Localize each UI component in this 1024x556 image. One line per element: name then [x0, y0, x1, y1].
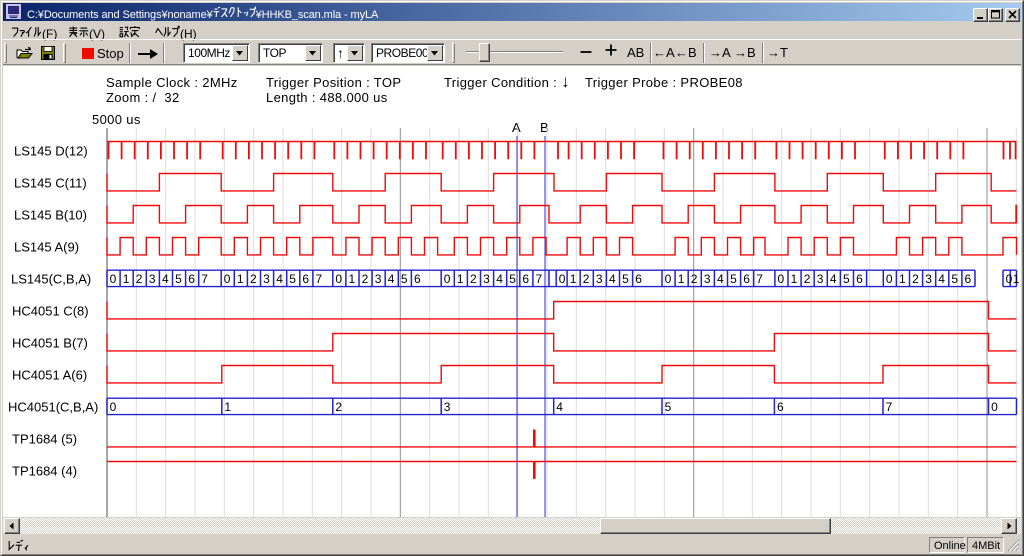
svg-text:0: 0: [1006, 272, 1013, 286]
svg-text:HC4051(C,B,A): HC4051(C,B,A): [8, 400, 98, 415]
svg-text:1: 1: [570, 272, 577, 286]
svg-text:LS145 A(9): LS145 A(9): [14, 240, 79, 255]
svg-text:1: 1: [224, 400, 231, 414]
svg-text:1: 1: [457, 272, 464, 286]
svg-text:2: 2: [691, 272, 698, 286]
svg-text:2: 2: [250, 272, 257, 286]
svg-text:4: 4: [938, 272, 945, 286]
svg-text:3: 3: [444, 400, 451, 414]
svg-text:6: 6: [188, 272, 195, 286]
svg-text:3: 3: [375, 272, 382, 286]
svg-text:0: 0: [991, 400, 998, 414]
svg-text:7: 7: [316, 272, 323, 286]
svg-text:7: 7: [886, 400, 893, 414]
svg-text:2: 2: [804, 272, 811, 286]
svg-text:4: 4: [496, 272, 503, 286]
svg-text:4: 4: [830, 272, 837, 286]
svg-text:HC4051 A(6): HC4051 A(6): [12, 368, 87, 383]
svg-text:0: 0: [559, 272, 566, 286]
svg-text:2: 2: [335, 400, 342, 414]
svg-text:6: 6: [414, 272, 421, 286]
svg-text:1: 1: [899, 272, 906, 286]
svg-text:2: 2: [583, 272, 590, 286]
svg-text:TP1684 (4): TP1684 (4): [12, 464, 77, 479]
svg-text:0: 0: [110, 400, 117, 414]
svg-text:3: 3: [596, 272, 603, 286]
svg-text:LS145 C(11): LS145 C(11): [14, 176, 87, 191]
svg-text:LS145 B(10): LS145 B(10): [14, 208, 87, 223]
svg-text:2: 2: [136, 272, 143, 286]
svg-text:7: 7: [201, 272, 208, 286]
svg-text:6: 6: [302, 272, 309, 286]
svg-text:2: 2: [470, 272, 477, 286]
svg-text:5: 5: [665, 400, 672, 414]
svg-text:6: 6: [856, 272, 863, 286]
svg-text:1: 1: [237, 272, 244, 286]
svg-text:0: 0: [444, 272, 451, 286]
svg-text:5: 5: [951, 272, 958, 286]
svg-text:LS145 D(12): LS145 D(12): [14, 144, 88, 159]
svg-text:0: 0: [224, 272, 231, 286]
svg-text:4: 4: [717, 272, 724, 286]
svg-text:4: 4: [388, 272, 395, 286]
svg-text:0: 0: [665, 272, 672, 286]
svg-text:3: 3: [704, 272, 711, 286]
svg-text:2: 2: [362, 272, 369, 286]
svg-text:6: 6: [965, 272, 972, 286]
svg-text:1: 1: [1013, 272, 1020, 286]
svg-text:0: 0: [886, 272, 893, 286]
svg-text:6: 6: [635, 272, 642, 286]
svg-text:4: 4: [162, 272, 169, 286]
svg-text:4: 4: [276, 272, 283, 286]
svg-text:5: 5: [401, 272, 408, 286]
svg-text:0: 0: [778, 272, 785, 286]
svg-text:1: 1: [349, 272, 356, 286]
svg-text:3: 3: [149, 272, 156, 286]
svg-text:0: 0: [110, 272, 117, 286]
svg-text:5: 5: [289, 272, 296, 286]
svg-text:2: 2: [912, 272, 919, 286]
svg-text:HC4051 B(7): HC4051 B(7): [12, 336, 88, 351]
svg-text:3: 3: [817, 272, 824, 286]
svg-text:6: 6: [743, 272, 750, 286]
svg-text:3: 3: [263, 272, 270, 286]
svg-text:HC4051 C(8): HC4051 C(8): [12, 304, 89, 319]
svg-text:6: 6: [522, 272, 529, 286]
svg-text:0: 0: [335, 272, 342, 286]
svg-text:1: 1: [791, 272, 798, 286]
svg-text:5: 5: [622, 272, 629, 286]
svg-text:5: 5: [843, 272, 850, 286]
svg-text:4: 4: [609, 272, 616, 286]
svg-text:1: 1: [678, 272, 685, 286]
svg-text:5: 5: [175, 272, 182, 286]
svg-text:1: 1: [123, 272, 130, 286]
svg-text:6: 6: [777, 400, 784, 414]
svg-text:7: 7: [756, 272, 763, 286]
svg-text:5: 5: [730, 272, 737, 286]
svg-text:LS145(C,B,A): LS145(C,B,A): [11, 272, 91, 287]
svg-text:7: 7: [536, 272, 543, 286]
svg-text:5: 5: [509, 272, 516, 286]
svg-text:3: 3: [483, 272, 490, 286]
svg-text:3: 3: [925, 272, 932, 286]
svg-text:TP1684 (5): TP1684 (5): [12, 432, 77, 447]
svg-text:4: 4: [556, 400, 563, 414]
